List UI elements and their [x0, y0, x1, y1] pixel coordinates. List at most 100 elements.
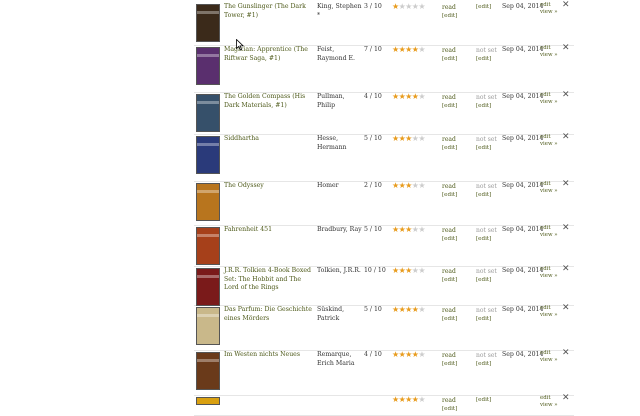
book-cover-image[interactable] — [196, 227, 220, 265]
shelf-name[interactable]: read — [442, 267, 457, 276]
book-cover-image[interactable] — [196, 4, 220, 42]
star-icon[interactable]: ★ — [405, 181, 412, 190]
date-read-edit-link[interactable]: [edit] — [476, 3, 491, 12]
remove-book-close-icon[interactable]: ✕ — [562, 393, 570, 403]
book-title-link[interactable]: The Odyssey — [224, 182, 316, 191]
date-read-edit-link[interactable]: [edit] — [476, 144, 497, 153]
remove-book-close-icon[interactable]: ✕ — [562, 264, 570, 274]
remove-book-close-icon[interactable]: ✕ — [562, 43, 570, 53]
view-review-link[interactable]: view » — [540, 52, 558, 59]
star-icon[interactable]: ★ — [418, 350, 425, 359]
star-rating[interactable]: ★★★★★ — [392, 92, 425, 101]
shelf-edit-link[interactable]: [edit] — [442, 235, 457, 244]
shelf-edit-link[interactable]: [edit] — [442, 191, 457, 200]
star-icon[interactable]: ★ — [392, 92, 399, 101]
shelf-name[interactable]: read — [442, 46, 457, 55]
remove-book-close-icon[interactable]: ✕ — [562, 179, 570, 189]
date-read-edit-link[interactable]: [edit] — [476, 276, 497, 285]
view-review-link[interactable]: view » — [540, 141, 558, 148]
edit-review-link[interactable]: edit — [540, 181, 558, 188]
book-cover-image[interactable] — [196, 94, 220, 132]
remove-book-close-icon[interactable]: ✕ — [562, 0, 570, 10]
star-icon[interactable]: ★ — [392, 45, 399, 54]
edit-review-link[interactable]: edit — [540, 266, 558, 273]
view-review-link[interactable]: view » — [540, 232, 558, 239]
star-rating[interactable]: ★★★★★ — [392, 305, 425, 314]
date-read-edit-link[interactable]: [edit] — [476, 102, 497, 111]
shelf-edit-link[interactable]: [edit] — [442, 405, 457, 414]
view-review-link[interactable]: view » — [540, 188, 558, 195]
shelf-name[interactable]: read — [442, 306, 457, 315]
star-icon[interactable]: ★ — [392, 305, 399, 314]
shelf-edit-link[interactable]: [edit] — [442, 144, 457, 153]
shelf-edit-link[interactable]: [edit] — [442, 360, 457, 369]
book-title-link[interactable]: Das Parfum: Die Geschichte eines Mörders — [224, 306, 316, 323]
book-title-link[interactable]: The Golden Compass (His Dark Materials, … — [224, 93, 316, 110]
star-icon[interactable]: ★ — [405, 305, 412, 314]
book-cover-image[interactable] — [196, 268, 220, 306]
book-cover-image[interactable] — [196, 47, 220, 85]
star-icon[interactable]: ★ — [405, 92, 412, 101]
book-author-link[interactable]: Hesse, Hermann — [317, 135, 363, 152]
star-icon[interactable]: ★ — [418, 266, 425, 275]
star-rating[interactable]: ★★★★★ — [392, 181, 425, 190]
shelf-edit-link[interactable]: [edit] — [442, 102, 457, 111]
edit-review-link[interactable]: edit — [540, 92, 558, 99]
edit-review-link[interactable]: edit — [540, 395, 558, 402]
star-icon[interactable]: ★ — [405, 2, 412, 11]
edit-review-link[interactable]: edit — [540, 350, 558, 357]
star-icon[interactable]: ★ — [392, 2, 399, 11]
book-author-link[interactable]: Bradbury, Ray — [317, 226, 363, 235]
book-title-link[interactable]: J.R.R. Tolkien 4-Book Boxed Set: The Hob… — [224, 267, 316, 293]
remove-book-close-icon[interactable]: ✕ — [562, 303, 570, 313]
star-icon[interactable]: ★ — [405, 266, 412, 275]
book-cover-image[interactable] — [196, 397, 220, 405]
view-review-link[interactable]: view » — [540, 273, 558, 280]
date-read-edit-link[interactable]: [edit] — [476, 55, 497, 64]
edit-review-link[interactable]: edit — [540, 134, 558, 141]
book-title-link[interactable]: Im Westen nichts Neues — [224, 351, 316, 360]
star-icon[interactable]: ★ — [418, 45, 425, 54]
shelf-name[interactable]: read — [442, 3, 457, 12]
book-cover-image[interactable] — [196, 183, 220, 221]
book-author-link[interactable]: Feist, Raymond E. — [317, 46, 363, 63]
book-author-link[interactable]: Remarque, Erich Maria — [317, 351, 363, 368]
shelf-edit-link[interactable]: [edit] — [442, 12, 457, 21]
remove-book-close-icon[interactable]: ✕ — [562, 132, 570, 142]
book-cover-image[interactable] — [196, 352, 220, 390]
star-icon[interactable]: ★ — [418, 225, 425, 234]
shelf-edit-link[interactable]: [edit] — [442, 55, 457, 64]
star-rating[interactable]: ★★★★★ — [392, 45, 425, 54]
star-icon[interactable]: ★ — [418, 134, 425, 143]
edit-review-link[interactable]: edit — [540, 305, 558, 312]
star-icon[interactable]: ★ — [418, 92, 425, 101]
star-rating[interactable]: ★★★★★ — [392, 134, 425, 143]
shelf-name[interactable]: read — [442, 182, 457, 191]
star-rating[interactable]: ★★★★★ — [392, 225, 425, 234]
book-title-link[interactable]: The Gunslinger (The Dark Tower, #1) — [224, 3, 316, 20]
shelf-name[interactable]: read — [442, 351, 457, 360]
book-author-link[interactable]: Pullman, Philip — [317, 93, 363, 110]
shelf-edit-link[interactable]: [edit] — [442, 276, 457, 285]
edit-review-link[interactable]: edit — [540, 225, 558, 232]
shelf-name[interactable]: read — [442, 396, 457, 405]
view-review-link[interactable]: view » — [540, 99, 558, 106]
star-icon[interactable]: ★ — [392, 181, 399, 190]
date-read-edit-link[interactable]: [edit] — [476, 191, 497, 200]
star-icon[interactable]: ★ — [405, 350, 412, 359]
star-icon[interactable]: ★ — [392, 134, 399, 143]
view-review-link[interactable]: view » — [540, 312, 558, 319]
date-read-edit-link[interactable]: [edit] — [476, 315, 497, 324]
book-cover-image[interactable] — [196, 136, 220, 174]
book-author-link[interactable]: Süskind, Patrick — [317, 306, 363, 323]
star-rating[interactable]: ★★★★★ — [392, 2, 425, 11]
shelf-name[interactable]: read — [442, 226, 457, 235]
shelf-edit-link[interactable]: [edit] — [442, 315, 457, 324]
star-icon[interactable]: ★ — [405, 134, 412, 143]
shelf-name[interactable]: read — [442, 135, 457, 144]
star-icon[interactable]: ★ — [405, 225, 412, 234]
star-rating[interactable]: ★★★★★ — [392, 266, 425, 275]
book-title-link[interactable]: Siddhartha — [224, 135, 316, 144]
remove-book-close-icon[interactable]: ✕ — [562, 348, 570, 358]
edit-review-link[interactable]: edit — [540, 45, 558, 52]
